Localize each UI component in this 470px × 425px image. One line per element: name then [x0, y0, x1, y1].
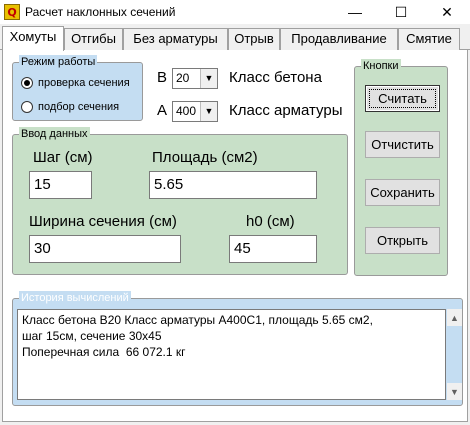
- tab-strip: Хомуты Отгибы Без арматуры Отрыв Продавл…: [0, 26, 470, 51]
- calculate-label: Считать: [378, 91, 427, 106]
- mode-legend: Режим работы: [19, 55, 98, 69]
- open-button[interactable]: Открыть: [365, 227, 440, 254]
- history-group: История вычислений Класс бетона B20 Клас…: [12, 291, 463, 406]
- concrete-class-select[interactable]: 20 ▼: [172, 68, 218, 89]
- app-icon[interactable]: Q: [4, 4, 20, 20]
- tab-tearoff[interactable]: Отрыв: [228, 28, 280, 50]
- buttons-legend: Кнопки: [361, 59, 401, 73]
- calculate-button[interactable]: Считать: [365, 85, 440, 112]
- save-button[interactable]: Сохранить: [365, 179, 440, 206]
- step-label: Шаг (см): [33, 149, 93, 166]
- window-title: Расчет наклонных сечений: [25, 5, 176, 19]
- scroll-up-button[interactable]: ▲: [447, 309, 462, 326]
- h0-label: h0 (см): [246, 213, 295, 230]
- tab-content-stirrups: Режим работы проверка сечения подбор сеч…: [2, 50, 468, 422]
- rebar-prefix: A: [157, 102, 168, 119]
- maximize-button[interactable]: ☐: [378, 0, 424, 24]
- scroll-down-button[interactable]: ▼: [447, 383, 462, 400]
- history-legend: История вычислений: [19, 291, 131, 305]
- width-label: Ширина сечения (см): [29, 213, 177, 230]
- close-button[interactable]: ✕: [424, 0, 470, 24]
- concrete-prefix: B: [157, 69, 168, 86]
- history-textarea[interactable]: Класс бетона B20 Класс арматуры A400C1, …: [17, 309, 446, 400]
- radio-selected-icon[interactable]: [21, 77, 33, 89]
- input-legend: Ввод данных: [19, 127, 90, 141]
- minimize-button[interactable]: —: [332, 0, 378, 24]
- mode-check-radio[interactable]: проверка сечения: [21, 77, 130, 89]
- tab-stirrups[interactable]: Хомуты: [2, 26, 64, 51]
- tab-no-rebar[interactable]: Без арматуры: [123, 28, 228, 50]
- tab-bends[interactable]: Отгибы: [64, 28, 123, 50]
- mode-select-label: подбор сечения: [38, 101, 120, 113]
- title-bar: Q Расчет наклонных сечений — ☐ ✕: [0, 0, 470, 24]
- area-input[interactable]: 5.65: [149, 171, 317, 199]
- mode-select-radio[interactable]: подбор сечения: [21, 101, 119, 113]
- mode-check-label: проверка сечения: [38, 77, 130, 89]
- rebar-class-select[interactable]: 400 ▼: [172, 101, 218, 122]
- clear-button[interactable]: Отчистить: [365, 131, 440, 158]
- rebar-class-value: 400: [176, 104, 197, 118]
- rebar-class-label: Класс арматуры: [229, 102, 343, 119]
- width-input[interactable]: 30: [29, 235, 181, 263]
- area-label: Площадь (см2): [152, 149, 258, 166]
- h0-input[interactable]: 45: [229, 235, 317, 263]
- tab-crushing[interactable]: Смятие: [398, 28, 460, 50]
- input-group: Ввод данных Шаг (см) 15 Площадь (см2) 5.…: [12, 127, 348, 275]
- chevron-down-icon[interactable]: ▼: [200, 102, 217, 121]
- concrete-class-value: 20: [176, 71, 190, 85]
- chevron-down-icon[interactable]: ▼: [200, 69, 217, 88]
- buttons-group: Кнопки Считать Отчистить Сохранить Откры…: [354, 59, 448, 276]
- concrete-class-label: Класс бетона: [229, 69, 322, 86]
- step-input[interactable]: 15: [29, 171, 92, 199]
- tab-punching[interactable]: Продавливание: [280, 28, 398, 50]
- mode-group: Режим работы проверка сечения подбор сеч…: [12, 55, 143, 121]
- radio-empty-icon[interactable]: [21, 101, 33, 113]
